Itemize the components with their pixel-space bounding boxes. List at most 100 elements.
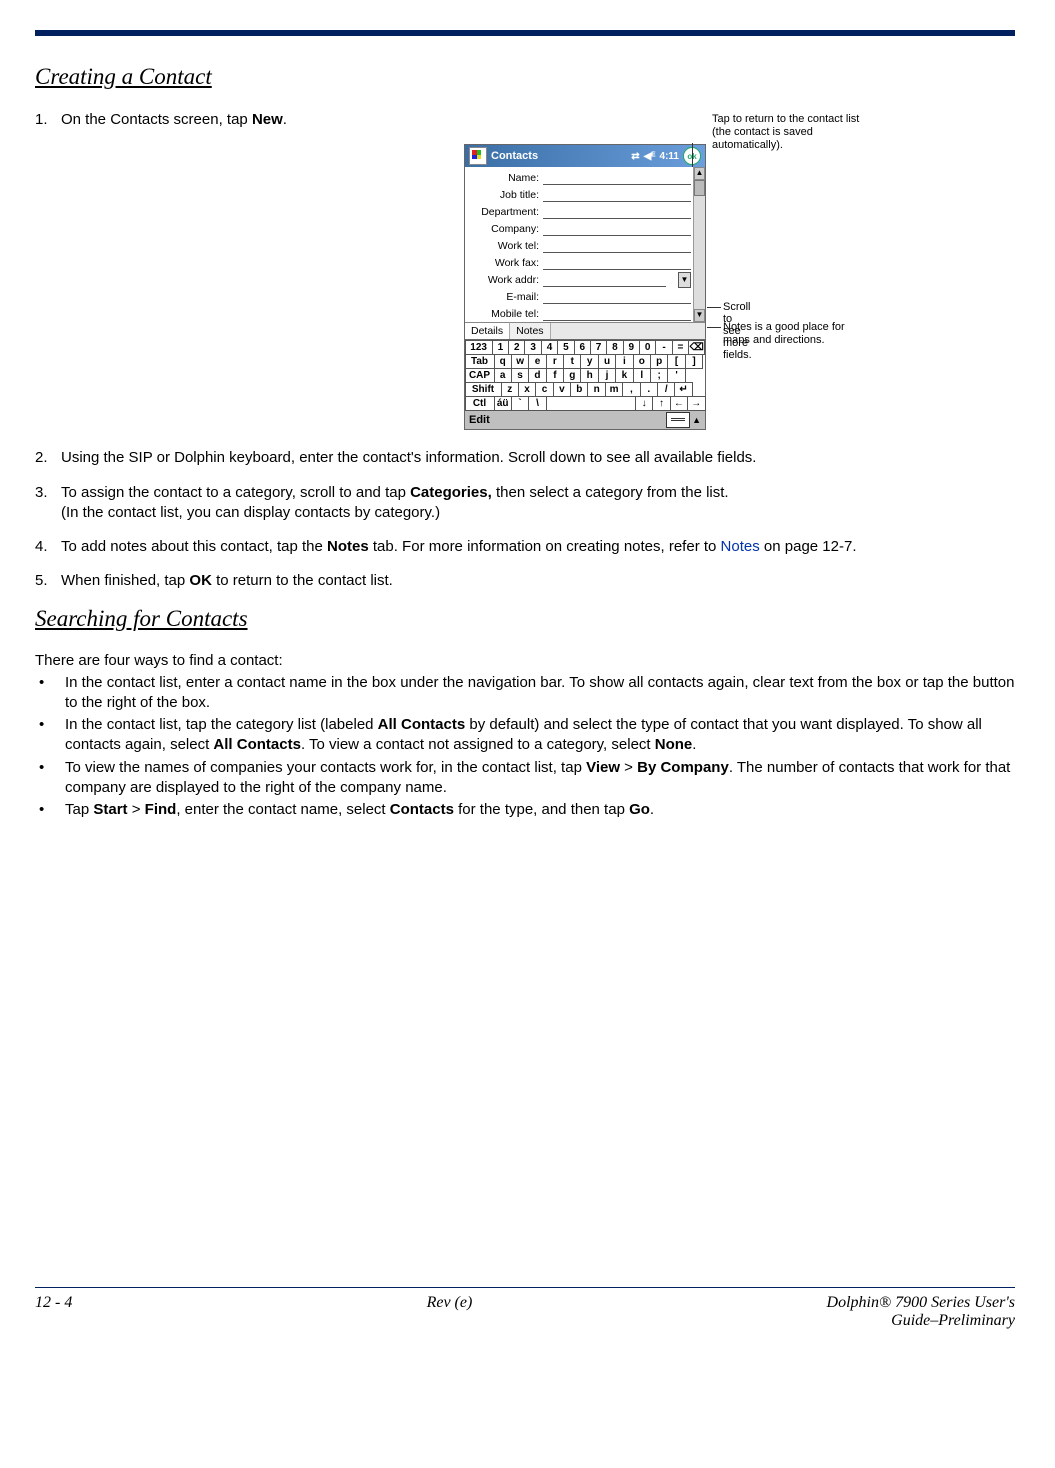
workaddr-input[interactable] (543, 272, 666, 287)
key[interactable]: a (494, 368, 512, 383)
company-input[interactable] (543, 221, 691, 236)
key[interactable]: s (511, 368, 529, 383)
field-label: Department: (467, 206, 543, 218)
scrollbar[interactable]: ▲ ▼ (693, 167, 705, 322)
department-input[interactable] (543, 204, 691, 219)
key[interactable]: - (655, 340, 672, 355)
key[interactable]: 8 (606, 340, 623, 355)
arrow-up-key[interactable]: ↑ (652, 396, 670, 411)
edit-menu[interactable]: Edit (469, 414, 490, 426)
key[interactable]: ' (667, 368, 685, 383)
email-input[interactable] (543, 289, 691, 304)
scroll-thumb[interactable] (694, 180, 705, 196)
key[interactable]: 1 (492, 340, 509, 355)
arrow-down-key[interactable]: ↓ (635, 396, 653, 411)
key[interactable]: 5 (557, 340, 574, 355)
start-icon[interactable] (469, 147, 487, 165)
key[interactable]: e (528, 354, 546, 369)
key[interactable]: 123 (465, 340, 493, 355)
key[interactable]: q (494, 354, 512, 369)
command-bar: Edit ▲ (465, 410, 705, 429)
key[interactable]: o (633, 354, 651, 369)
key[interactable]: / (657, 382, 675, 397)
key[interactable]: . (640, 382, 658, 397)
notes-cross-ref-link[interactable]: Notes (721, 538, 760, 555)
key[interactable]: [ (667, 354, 685, 369)
key[interactable]: p (650, 354, 668, 369)
jobtitle-input[interactable] (543, 187, 691, 202)
key[interactable]: k (615, 368, 633, 383)
key[interactable]: j (598, 368, 616, 383)
key[interactable]: ; (650, 368, 668, 383)
ordered-steps-cont: 2. Using the SIP or Dolphin keyboard, en… (35, 448, 1015, 591)
tab-bar: Details Notes (465, 322, 705, 339)
scroll-up-icon[interactable]: ▲ (694, 167, 705, 180)
key[interactable]: , (622, 382, 640, 397)
title-bar: Contacts ⇄ ◀ᴱ 4:11 ok (465, 145, 705, 167)
key[interactable]: ] (685, 354, 703, 369)
scroll-down-icon[interactable]: ▼ (694, 309, 705, 322)
key[interactable]: = (672, 340, 689, 355)
key[interactable]: ` (511, 396, 529, 411)
key[interactable]: r (546, 354, 564, 369)
key[interactable]: 2 (508, 340, 525, 355)
step-text: Using the SIP or Dolphin keyboard, enter… (61, 448, 1015, 468)
footer-rule (35, 1287, 1015, 1288)
key[interactable]: z (501, 382, 519, 397)
key[interactable]: x (518, 382, 536, 397)
workfax-input[interactable] (543, 255, 691, 270)
key[interactable]: b (570, 382, 588, 397)
space-key[interactable] (546, 396, 636, 411)
worktel-input[interactable] (543, 238, 691, 253)
key[interactable]: f (546, 368, 564, 383)
list-item: • In the contact list, enter a contact n… (35, 673, 1015, 714)
field-label: Work tel: (467, 240, 543, 252)
key[interactable]: 0 (639, 340, 656, 355)
enter-key[interactable]: ↵ (674, 382, 692, 397)
dropdown-icon[interactable]: ▼ (678, 272, 691, 288)
key[interactable]: 6 (574, 340, 591, 355)
arrow-left-key[interactable]: ← (670, 396, 688, 411)
arrow-right-key[interactable]: → (687, 396, 705, 411)
key[interactable]: 7 (590, 340, 607, 355)
key[interactable]: m (605, 382, 623, 397)
key[interactable]: l (633, 368, 651, 383)
bullet-icon: • (35, 800, 65, 820)
ctrl-key[interactable]: Ctl (465, 396, 495, 411)
key[interactable]: c (535, 382, 553, 397)
bullet-text: In the contact list, tap the category li… (65, 715, 1015, 756)
key[interactable]: n (587, 382, 605, 397)
key[interactable]: 4 (541, 340, 558, 355)
key[interactable]: t (563, 354, 581, 369)
key[interactable]: w (511, 354, 529, 369)
device-screenshot: Tap to return to the contact list (the c… (155, 144, 1015, 430)
accent-key[interactable]: áü (494, 396, 512, 411)
list-item: • Tap Start > Find, enter the contact na… (35, 800, 1015, 820)
key[interactable]: d (528, 368, 546, 383)
keyboard-icon[interactable] (666, 412, 690, 428)
caps-key[interactable]: CAP (465, 368, 495, 383)
key[interactable]: i (615, 354, 633, 369)
key[interactable]: y (580, 354, 598, 369)
key[interactable]: \ (528, 396, 546, 411)
key[interactable]: v (553, 382, 571, 397)
key[interactable]: g (563, 368, 581, 383)
clock-text: 4:11 (660, 151, 679, 162)
field-label: Mobile tel: (467, 308, 543, 320)
tab-key[interactable]: Tab (465, 354, 495, 369)
key[interactable]: 3 (524, 340, 541, 355)
footer-title: Dolphin® 7900 Series User's Guide–Prelim… (827, 1294, 1015, 1330)
up-caret-icon[interactable]: ▲ (692, 415, 701, 425)
mobiletel-input[interactable] (543, 306, 691, 321)
footer-page-number: 12 - 4 (35, 1294, 72, 1312)
name-input[interactable] (543, 170, 691, 185)
backspace-key[interactable]: ⌫ (688, 340, 705, 355)
on-screen-keyboard[interactable]: 123 1 2 3 4 5 6 7 8 9 0 - = ⌫ Tab (465, 339, 705, 410)
bullet-text: Tap Start > Find, enter the contact name… (65, 800, 1015, 820)
tab-notes[interactable]: Notes (510, 323, 550, 339)
key[interactable]: h (580, 368, 598, 383)
tab-details[interactable]: Details (465, 322, 510, 339)
key[interactable]: 9 (623, 340, 640, 355)
key[interactable]: u (598, 354, 616, 369)
shift-key[interactable]: Shift (465, 382, 502, 397)
